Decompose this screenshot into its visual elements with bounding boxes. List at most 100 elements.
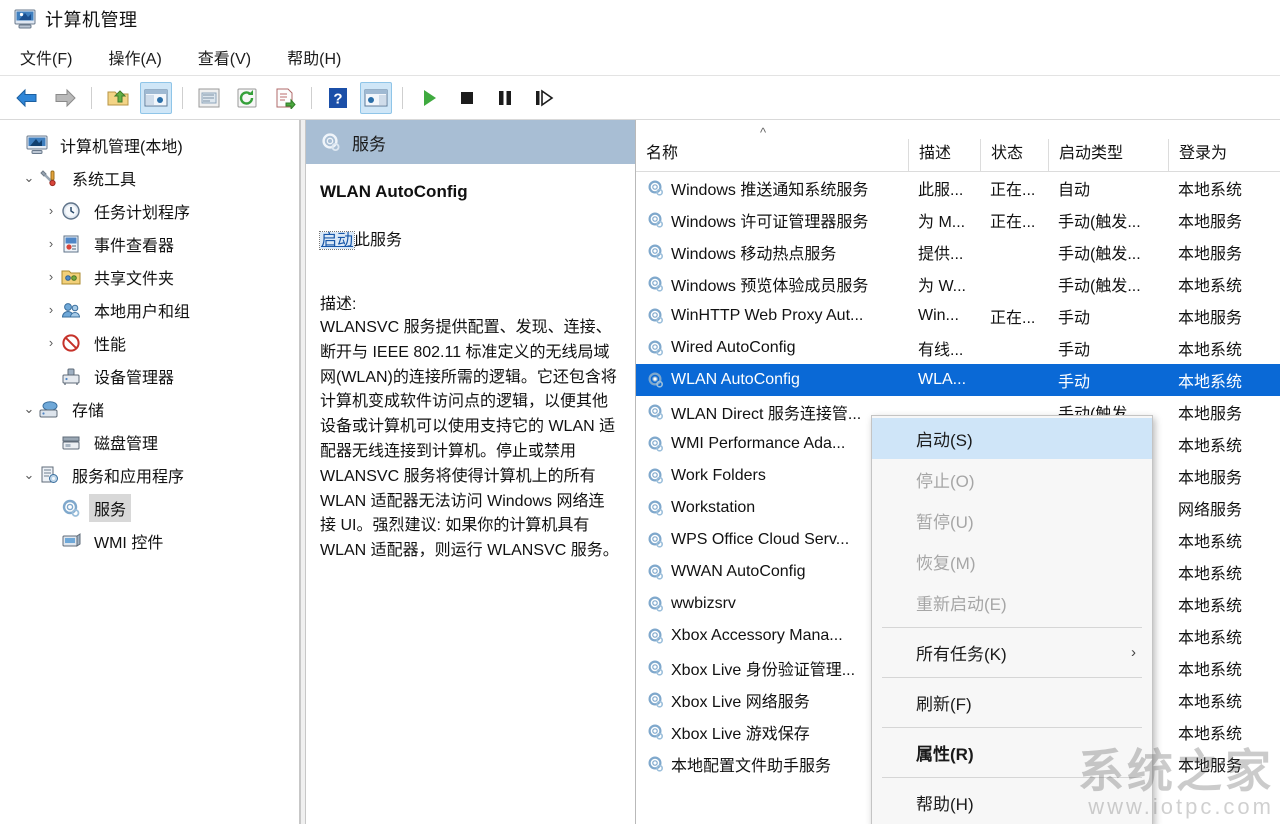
sidebar-item-event-viewer[interactable]: › 事件查看器: [6, 227, 299, 260]
cell-log-on-as: 本地系统: [1168, 688, 1278, 712]
service-name-text: WLAN Direct 服务连接管...: [671, 400, 861, 424]
service-name-text: Workstation: [671, 499, 755, 517]
list-column-headers: 名称 ^ 描述 状态 启动类型 登录为: [636, 120, 1280, 172]
sidebar-item-system-tools[interactable]: ⌄ 系统工具: [6, 161, 299, 194]
chevron-right-icon[interactable]: ›: [42, 203, 60, 218]
cell-startup-type: 手动: [1048, 336, 1168, 360]
chevron-down-icon[interactable]: ⌄: [20, 467, 38, 483]
detail-pane-header: 服务: [306, 120, 635, 164]
toolbar-separator: [402, 87, 403, 109]
stop-service-icon[interactable]: [451, 82, 483, 114]
service-name-text: Xbox Accessory Mana...: [671, 627, 843, 645]
menu-help[interactable]: 帮助(H): [283, 43, 345, 71]
cell-service-name: Windows 预览体验成员服务: [636, 272, 908, 296]
help-icon[interactable]: ?: [322, 82, 354, 114]
column-header-log-on-as[interactable]: 登录为: [1168, 139, 1278, 171]
up-folder-icon[interactable]: [102, 82, 134, 114]
menu-action[interactable]: 操作(A): [104, 43, 165, 71]
sidebar-item-performance[interactable]: › 性能: [6, 326, 299, 359]
service-context-menu[interactable]: 启动(S)停止(O)暂停(U)恢复(M)重新启动(E)所有任务(K)›刷新(F)…: [871, 415, 1153, 824]
table-row[interactable]: Windows 预览体验成员服务为 W...手动(触发...本地系统: [636, 268, 1280, 300]
sidebar-item-shared-folders[interactable]: › 共享文件夹: [6, 260, 299, 293]
performance-icon: [60, 333, 82, 353]
context-menu-item-label: 刷新(F): [916, 690, 972, 715]
column-header-startup-type[interactable]: 启动类型: [1048, 139, 1168, 171]
device-manager-icon: [60, 366, 82, 386]
sidebar-item-services[interactable]: 服务: [6, 491, 299, 524]
toolbar-separator: [182, 87, 183, 109]
sidebar-item-services-and-applications[interactable]: ⌄ 服务和应用程序: [6, 458, 299, 491]
cell-service-name: Windows 推送通知系统服务: [636, 176, 908, 200]
cell-log-on-as: 本地系统: [1168, 336, 1278, 360]
cell-log-on-as: 本地系统: [1168, 368, 1278, 392]
table-row[interactable]: WinHTTP Web Proxy Aut...Win...正在...手动本地服…: [636, 300, 1280, 332]
sidebar-item-task-scheduler[interactable]: › 任务计划程序: [6, 194, 299, 227]
column-header-name[interactable]: 名称 ^: [636, 139, 908, 171]
table-row[interactable]: WLAN AutoConfigWLA...手动本地系统: [636, 364, 1280, 396]
back-icon[interactable]: [11, 82, 43, 114]
table-row[interactable]: Windows 移动热点服务提供...手动(触发...本地服务: [636, 236, 1280, 268]
export-list-icon[interactable]: [269, 82, 301, 114]
table-row[interactable]: Wired AutoConfig有线...手动本地系统: [636, 332, 1280, 364]
show-hide-action-pane-icon[interactable]: [360, 82, 392, 114]
tree-item-root[interactable]: 计算机管理(本地): [6, 128, 299, 161]
context-menu-item: 重新启动(E): [872, 582, 1152, 623]
service-name-text: Xbox Live 游戏保存: [671, 720, 810, 744]
service-name-text: Xbox Live 网络服务: [671, 688, 810, 712]
show-hide-tree-icon[interactable]: [140, 82, 172, 114]
sidebar-item-device-manager[interactable]: 设备管理器: [6, 359, 299, 392]
cell-service-name: Windows 许可证管理器服务: [636, 208, 908, 232]
chevron-down-icon[interactable]: ⌄: [20, 401, 38, 417]
service-gear-icon: [646, 627, 666, 645]
cell-service-name: Windows 移动热点服务: [636, 240, 908, 264]
context-menu-item-label: 帮助(H): [916, 790, 974, 815]
cell-service-name: WMI Performance Ada...: [636, 435, 908, 453]
forward-icon[interactable]: [49, 82, 81, 114]
start-service-link[interactable]: 启动: [320, 232, 354, 249]
cell-service-name: Xbox Live 身份验证管理...: [636, 656, 908, 680]
context-menu-item[interactable]: 所有任务(K)›: [872, 632, 1152, 673]
restart-service-icon[interactable]: [527, 82, 559, 114]
chevron-right-icon[interactable]: ›: [42, 335, 60, 350]
context-menu-item[interactable]: 帮助(H): [872, 782, 1152, 823]
properties-icon[interactable]: [193, 82, 225, 114]
menu-view[interactable]: 查看(V): [194, 43, 255, 71]
table-row[interactable]: Windows 推送通知系统服务此服...正在...自动本地系统: [636, 172, 1280, 204]
context-menu-item[interactable]: 属性(R): [872, 732, 1152, 773]
cell-log-on-as: 本地系统: [1168, 528, 1278, 552]
chevron-right-icon[interactable]: ›: [42, 236, 60, 251]
column-header-description[interactable]: 描述: [908, 139, 980, 171]
chevron-right-icon[interactable]: ›: [42, 302, 60, 317]
cell-log-on-as: 本地系统: [1168, 592, 1278, 616]
start-service-icon[interactable]: [413, 82, 445, 114]
cell-service-name: wwbizsrv: [636, 595, 908, 613]
cell-service-name: 本地配置文件助手服务: [636, 752, 908, 776]
context-menu-item[interactable]: 启动(S): [872, 418, 1152, 459]
sidebar-item-storage[interactable]: ⌄ 存储: [6, 392, 299, 425]
column-header-label: 名称: [646, 145, 678, 162]
cell-startup-type: 手动: [1048, 304, 1168, 328]
cell-status: 正在...: [980, 176, 1048, 200]
console-tree[interactable]: 计算机管理(本地) ⌄ 系统工具 ›: [0, 120, 300, 824]
pause-service-icon[interactable]: [489, 82, 521, 114]
tree-item-label: 磁盘管理: [89, 428, 163, 456]
refresh-icon[interactable]: [231, 82, 263, 114]
service-gear-icon: [60, 498, 82, 518]
menu-file[interactable]: 文件(F): [16, 43, 76, 71]
context-menu-item: 恢复(M): [872, 541, 1152, 582]
chevron-down-icon[interactable]: ⌄: [20, 170, 38, 186]
tree-item-label: 本地用户和组: [89, 296, 195, 324]
tree-item-label: 设备管理器: [89, 362, 179, 390]
table-row[interactable]: Windows 许可证管理器服务为 M...正在...手动(触发...本地服务: [636, 204, 1280, 236]
cell-service-name: Xbox Live 网络服务: [636, 688, 908, 712]
sidebar-item-disk-management[interactable]: 磁盘管理: [6, 425, 299, 458]
sidebar-item-local-users-groups[interactable]: › 本地用户和组: [6, 293, 299, 326]
sidebar-item-wmi-control[interactable]: WMI 控件: [6, 524, 299, 557]
chevron-right-icon[interactable]: ›: [42, 269, 60, 284]
service-name-text: Work Folders: [671, 467, 766, 485]
context-menu-separator: [882, 627, 1142, 628]
column-header-status[interactable]: 状态: [980, 139, 1048, 171]
computer-icon: [26, 135, 48, 155]
cell-log-on-as: 本地服务: [1168, 464, 1278, 488]
context-menu-item[interactable]: 刷新(F): [872, 682, 1152, 723]
